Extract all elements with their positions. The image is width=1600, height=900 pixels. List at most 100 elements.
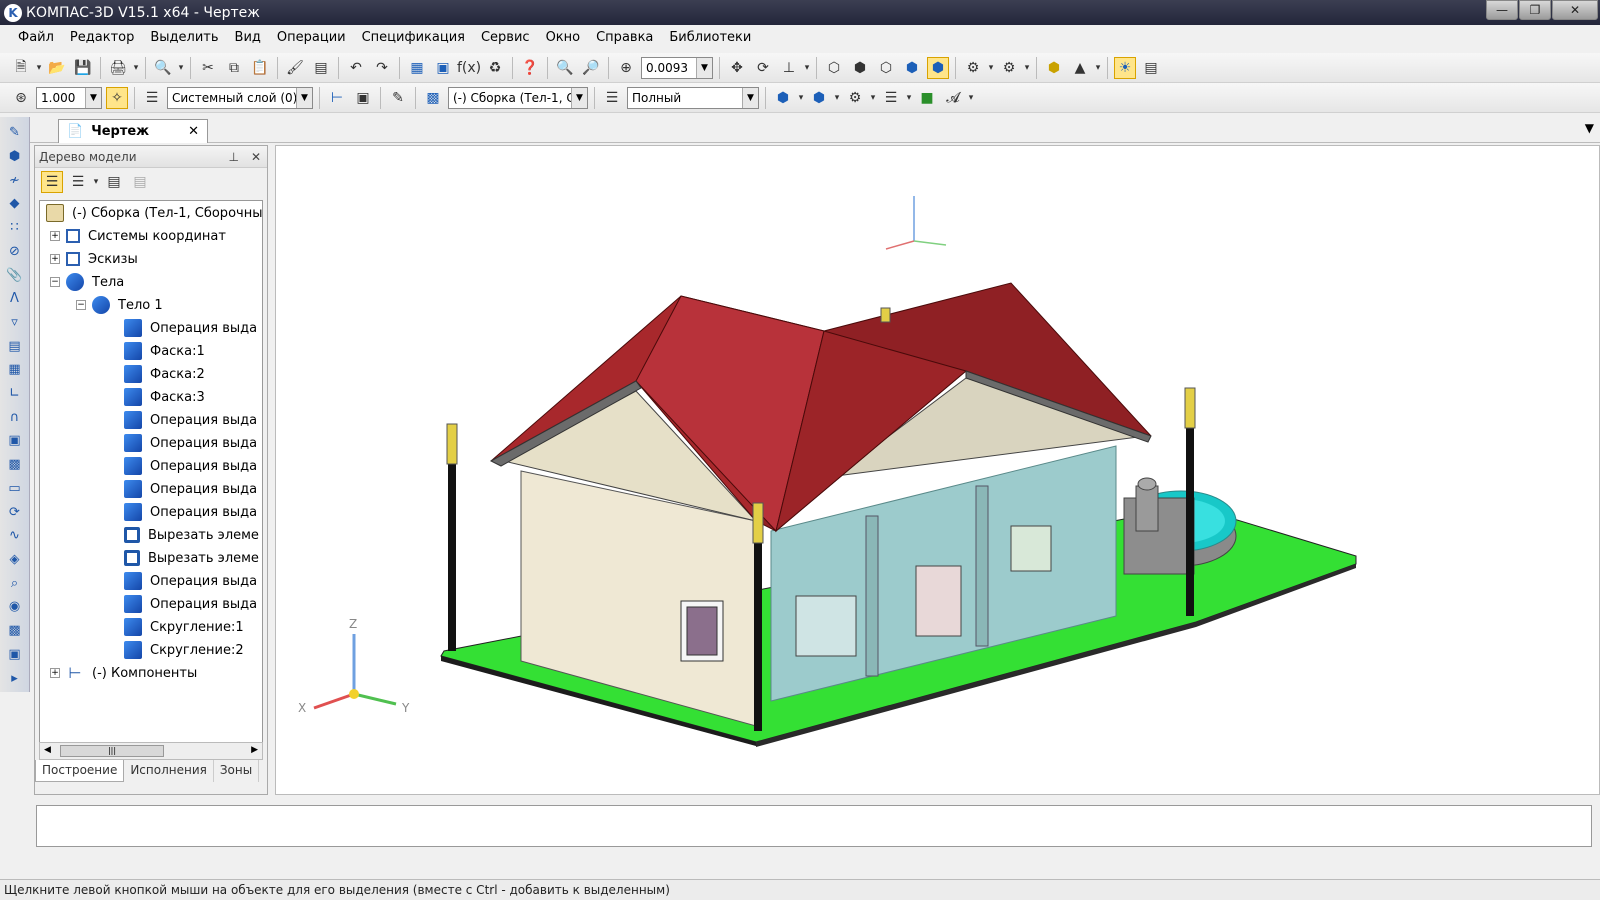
tree-properties-icon[interactable]: ▤ [103, 171, 125, 193]
tree-mode-dropdown-icon[interactable]: ▾ [91, 171, 101, 193]
layer-icon[interactable]: ☰ [141, 87, 163, 109]
tab-construction[interactable]: Построение [35, 760, 125, 782]
zoom-fit-icon[interactable]: 🔎 [580, 57, 602, 79]
tree-node-extrusion[interactable]: Операция выда [124, 593, 257, 615]
grid-snap-icon[interactable]: ✧ [106, 86, 128, 109]
solid-tool-icon[interactable]: ⬢ [5, 147, 25, 167]
measure-tool-icon[interactable]: Λ [5, 289, 25, 309]
scale-combo[interactable]: 1.000 ▼ [36, 86, 102, 109]
menu-edit[interactable]: Редактор [62, 30, 142, 45]
redo-icon[interactable]: ↷ [371, 57, 393, 79]
chevron-down-icon[interactable]: ▼ [742, 87, 758, 108]
tree-node-extrusion[interactable]: Операция выда [124, 409, 257, 431]
new-document-icon[interactable]: 🗎 [10, 57, 32, 79]
green-object-icon[interactable]: ■ [916, 87, 938, 109]
surface-tool-icon[interactable]: ◆ [5, 194, 25, 214]
thin-hidden-icon[interactable]: ⬡ [875, 57, 897, 79]
tree-relations-icon[interactable]: ▤ [129, 171, 151, 193]
tree-mode-icon[interactable]: ☰ [67, 171, 89, 193]
chevron-down-icon[interactable]: ▼ [571, 87, 587, 108]
rotate-tool-icon[interactable]: ⟳ [5, 502, 25, 522]
tree-node-cut[interactable]: Вырезать элеме [124, 524, 259, 546]
rotate-icon[interactable]: ⟳ [752, 57, 774, 79]
layers-dropdown-icon[interactable]: ▾ [904, 87, 914, 109]
zoom-tool-icon[interactable]: ⌕ [5, 573, 25, 593]
property-panel[interactable] [36, 805, 1592, 847]
tree-structure-icon[interactable]: ☰ [41, 171, 63, 193]
menu-select[interactable]: Выделить [142, 30, 226, 45]
tab-versions[interactable]: Исполнения [124, 760, 214, 782]
expand-panel-icon[interactable]: ▸ [5, 668, 25, 688]
variables-icon[interactable]: ▣ [432, 57, 454, 79]
tree-node-body-1[interactable]: − Тело 1 [76, 294, 163, 316]
filter-tool-icon[interactable]: ▿ [5, 313, 25, 333]
model-viewport[interactable]: Z X Y [275, 145, 1600, 795]
collapse-icon[interactable]: − [76, 300, 86, 310]
tree-node-extrusion[interactable]: Операция выда [124, 455, 257, 477]
wireframe-icon[interactable]: ⬡ [823, 57, 845, 79]
scroll-left-icon[interactable]: ◀ [44, 745, 51, 755]
tree-node-bodies[interactable]: − Тела [50, 271, 124, 293]
preview-dropdown-icon[interactable]: ▾ [176, 57, 186, 79]
zoom-in-icon[interactable]: ⊕ [615, 57, 637, 79]
menu-file[interactable]: Файл [10, 30, 62, 45]
sweep-tool-icon[interactable]: ∿ [5, 526, 25, 546]
tree-node-extrusion[interactable]: Операция выда [124, 432, 257, 454]
tree-node-extrusion[interactable]: Операция выда [124, 317, 257, 339]
paste-icon[interactable]: 📋 [249, 57, 271, 79]
dimension-tool-icon[interactable]: ∟ [5, 384, 25, 404]
close-panel-icon[interactable]: ✕ [251, 150, 261, 164]
menu-help[interactable]: Справка [588, 30, 661, 45]
scroll-right-icon[interactable]: ▶ [251, 745, 258, 755]
properties-panel-icon[interactable]: ▤ [1140, 57, 1162, 79]
sketch-tool-icon[interactable]: ✎ [5, 123, 25, 143]
auxiliary-tool-icon[interactable]: ⊘ [5, 242, 25, 262]
mates-icon[interactable]: ⚙ [844, 87, 866, 109]
library-tool-icon[interactable]: ▣ [5, 431, 25, 451]
tree-node-fillet-2[interactable]: Скругление:2 [124, 639, 244, 661]
maximize-button[interactable]: ❐ [1519, 0, 1551, 20]
undo-icon[interactable]: ↶ [345, 57, 367, 79]
print-dropdown-icon[interactable]: ▾ [131, 57, 141, 79]
new-dropdown-icon[interactable]: ▾ [34, 57, 44, 79]
assembly-combo[interactable]: (-) Сборка (Тел-1, С ▼ [448, 86, 588, 109]
spec-tool-icon[interactable]: ▤ [5, 336, 25, 356]
cut-icon[interactable]: ✂ [197, 57, 219, 79]
scrollbar-thumb[interactable]: ||| [60, 745, 164, 757]
edit-icon[interactable]: ✎ [387, 87, 409, 109]
loft-tool-icon[interactable]: ◈ [5, 550, 25, 570]
expand-icon[interactable]: + [50, 254, 60, 264]
close-window-button[interactable]: ✕ [1552, 0, 1598, 20]
section-icon[interactable]: ⬢ [1043, 57, 1065, 79]
chevron-down-icon[interactable]: ▼ [696, 57, 712, 78]
tree-node-extrusion[interactable]: Операция выда [124, 570, 257, 592]
shading-icon[interactable]: ⬢ [772, 87, 794, 109]
pin-icon[interactable]: ⊥ [228, 150, 238, 164]
selection-dropdown-icon[interactable]: ▾ [1022, 57, 1032, 79]
curve-tool-icon[interactable]: ≁ [5, 170, 25, 190]
filter-icon[interactable]: ⚙ [962, 57, 984, 79]
extrude-tool-icon[interactable]: ▭ [5, 479, 25, 499]
text-icon[interactable]: 𝓐 [942, 87, 964, 109]
tree-node-cut[interactable]: Вырезать элеме [124, 547, 259, 569]
properties-icon[interactable]: ▤ [310, 57, 332, 79]
display-mode-icon[interactable]: ☰ [601, 87, 623, 109]
text-dropdown-icon[interactable]: ▾ [966, 87, 976, 109]
view-icon[interactable]: ▣ [352, 87, 374, 109]
layers-icon[interactable]: ☰ [880, 87, 902, 109]
perspective-icon[interactable]: ▲ [1069, 57, 1091, 79]
tab-drawing[interactable]: 📄 Чертеж ✕ [58, 119, 208, 143]
layer-combo[interactable]: Системный слой (0) ▼ [167, 86, 313, 109]
function-icon[interactable]: f(x) [457, 57, 481, 79]
format-brush-icon[interactable]: 🖌 [284, 57, 306, 79]
horizontal-scrollbar[interactable]: ◀ ||| ▶ [39, 742, 263, 760]
tree-node-chamfer-1[interactable]: Фаска:1 [124, 340, 205, 362]
parts-tool-icon[interactable]: ▣ [5, 644, 25, 664]
tree-node-sketches[interactable]: + Эскизы [50, 248, 138, 270]
solid-icon[interactable]: ⬢ [808, 87, 830, 109]
display-mode-combo[interactable]: Полный ▼ [627, 86, 759, 109]
array-tool-icon[interactable]: ∷ [5, 218, 25, 238]
filter-dropdown-icon[interactable]: ▾ [986, 57, 996, 79]
minimize-button[interactable]: — [1486, 0, 1518, 20]
zoom-value-combo[interactable]: 0.0093 ▼ [641, 56, 713, 79]
